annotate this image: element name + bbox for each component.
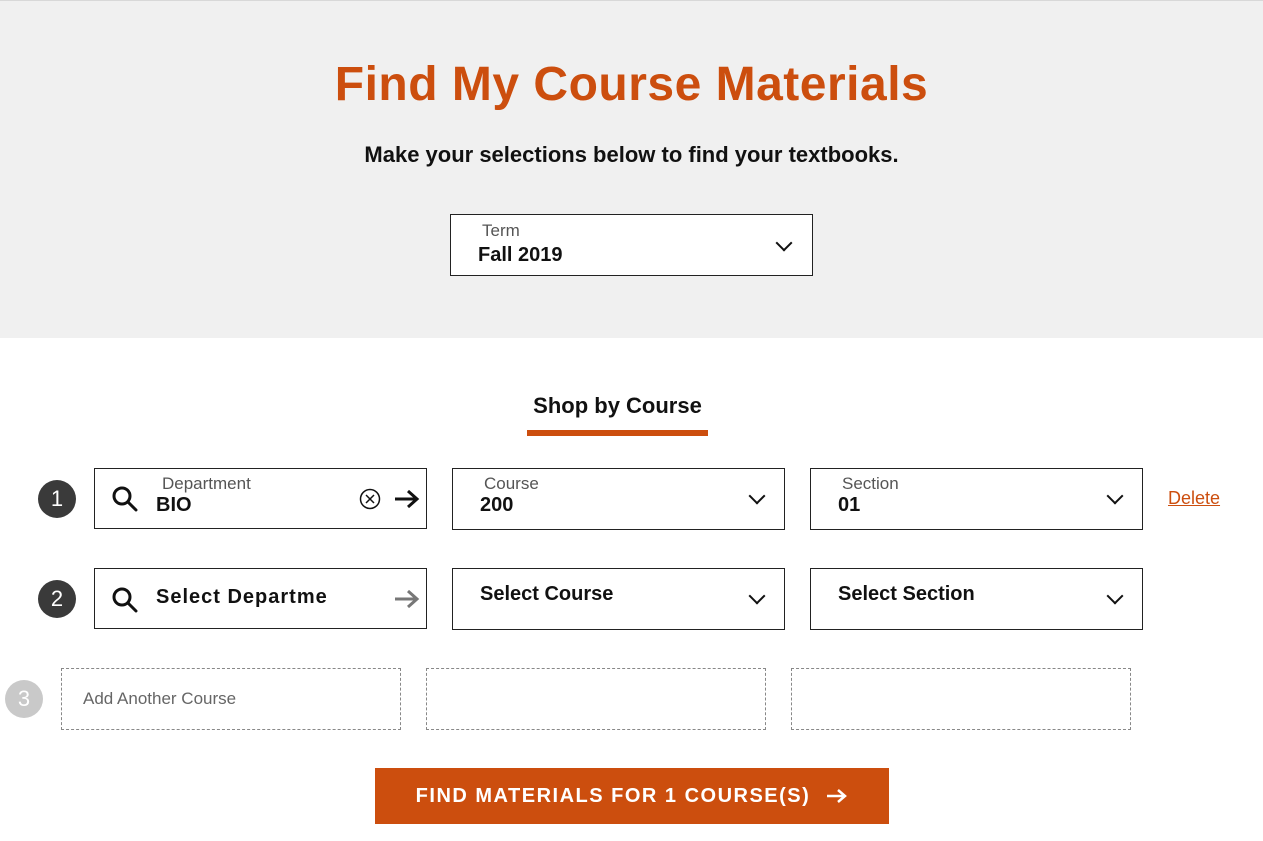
row-number-badge: 1 bbox=[38, 480, 76, 518]
search-icon bbox=[112, 486, 138, 512]
chevron-down-icon bbox=[775, 234, 793, 252]
arrow-right-icon bbox=[827, 789, 848, 803]
row-number-badge: 2 bbox=[38, 580, 76, 618]
department-input[interactable]: Select Departme bbox=[94, 568, 427, 629]
course-label: Course bbox=[484, 474, 539, 493]
search-icon bbox=[112, 587, 138, 613]
course-select[interactable]: Course 200 bbox=[452, 468, 785, 530]
section-select[interactable]: Section 01 bbox=[810, 468, 1143, 530]
department-label: Department bbox=[162, 474, 251, 493]
term-select[interactable]: Term Fall 2019 bbox=[450, 214, 813, 276]
row-number-badge: 3 bbox=[5, 680, 43, 718]
add-course-button[interactable]: Add Another Course bbox=[61, 668, 401, 730]
arrow-right-icon[interactable] bbox=[393, 589, 421, 609]
delete-course-link[interactable]: Delete bbox=[1168, 488, 1220, 509]
term-value: Fall 2019 bbox=[478, 244, 563, 266]
tab-active-underline bbox=[527, 430, 708, 436]
chevron-down-icon bbox=[1106, 487, 1124, 505]
page-subtitle: Make your selections below to find your … bbox=[364, 142, 899, 167]
add-course-placeholder-section bbox=[791, 668, 1131, 730]
find-materials-button[interactable]: FIND MATERIALS FOR 1 COURSE(S) bbox=[375, 768, 889, 824]
tab-shop-by-course[interactable]: Shop by Course bbox=[527, 392, 708, 436]
find-materials-label: FIND MATERIALS FOR 1 COURSE(S) bbox=[415, 784, 811, 807]
department-placeholder: Select Departme bbox=[156, 586, 328, 608]
section-placeholder: Select Section bbox=[838, 583, 975, 605]
hero-section: Find My Course Materials Make your selec… bbox=[0, 0, 1263, 338]
section-select[interactable]: Select Section bbox=[810, 568, 1143, 630]
department-value: BIO bbox=[156, 494, 192, 516]
chevron-down-icon bbox=[748, 487, 766, 505]
section-value: 01 bbox=[838, 494, 861, 516]
add-course-label: Add Another Course bbox=[83, 689, 237, 708]
page-title: Find My Course Materials bbox=[334, 58, 929, 111]
term-label: Term bbox=[482, 221, 520, 240]
course-value: 200 bbox=[480, 494, 514, 516]
chevron-down-icon bbox=[1106, 587, 1124, 605]
course-placeholder: Select Course bbox=[480, 583, 614, 605]
chevron-down-icon bbox=[748, 587, 766, 605]
clear-icon[interactable] bbox=[359, 488, 381, 510]
course-select[interactable]: Select Course bbox=[452, 568, 785, 630]
add-course-placeholder-course bbox=[426, 668, 766, 730]
tab-label: Shop by Course bbox=[533, 393, 702, 418]
arrow-right-icon[interactable] bbox=[393, 489, 421, 509]
department-input[interactable]: Department BIO bbox=[94, 468, 427, 529]
section-label: Section bbox=[842, 474, 899, 493]
